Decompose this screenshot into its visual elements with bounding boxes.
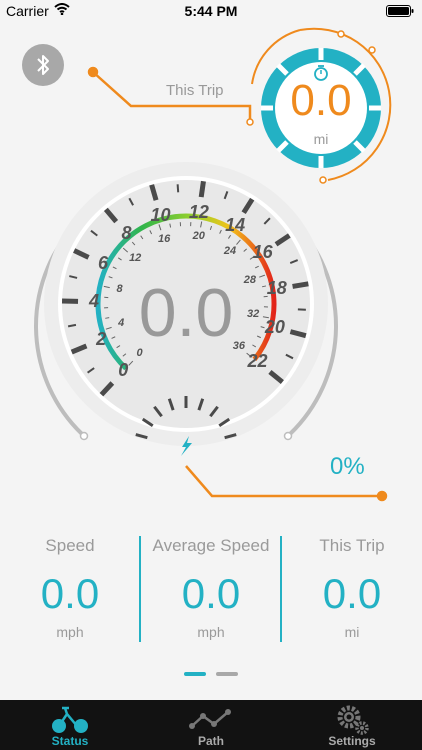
tab-settings[interactable]: Settings <box>297 700 407 750</box>
outer-tick-label: 16 <box>252 242 273 263</box>
stat-unit: mi <box>344 624 360 640</box>
trip-unit: mi <box>313 131 329 147</box>
tab-bar: Status Path Settings <box>0 700 422 750</box>
tab-status[interactable]: Status <box>15 700 125 750</box>
inner-tick-label: 16 <box>157 232 171 245</box>
outer-tick-label: 14 <box>225 215 246 236</box>
trip-value: 0.0 <box>290 76 352 125</box>
stat-unit: mph <box>197 624 225 640</box>
inner-tick-label: 12 <box>129 251 142 264</box>
gears-icon <box>337 705 369 735</box>
outer-tick-label: 12 <box>188 201 209 222</box>
outer-tick-label: 10 <box>150 204 171 225</box>
trip-label: This Trip <box>166 82 224 99</box>
outer-tick-label: 6 <box>97 253 108 274</box>
path-icon <box>189 709 231 729</box>
pager-dot-active[interactable] <box>184 672 206 676</box>
bicycle-icon <box>52 706 88 733</box>
stat-average-speed: Average Speed 0.0 mph <box>141 530 281 640</box>
outer-tick-label: 22 <box>247 350 268 371</box>
inner-tick-label: 20 <box>192 230 205 243</box>
stat-value: 0.0 <box>40 570 100 617</box>
stat-unit: mph <box>56 624 84 640</box>
tab-path[interactable]: Path <box>156 700 266 750</box>
inner-tick-label: 24 <box>223 245 237 258</box>
stat-label: Speed <box>45 536 95 555</box>
outer-tick-label: 8 <box>121 222 132 243</box>
stat-speed: Speed 0.0 mph <box>0 530 140 640</box>
stats-panel: Speed 0.0 mph Average Speed 0.0 mph This… <box>0 530 422 650</box>
tab-label: Status <box>51 734 89 748</box>
minor-tick <box>176 184 180 193</box>
major-tick <box>198 180 206 198</box>
stat-value: 0.0 <box>322 570 382 617</box>
stat-label: This Trip <box>319 536 385 555</box>
stat-value: 0.0 <box>181 570 241 617</box>
tab-label: Settings <box>328 734 376 748</box>
pager-dot[interactable] <box>216 672 238 676</box>
stat-divider <box>280 536 282 642</box>
outer-tick-label: 0 <box>118 360 129 381</box>
speed-readout: 0.0 <box>138 275 234 351</box>
stat-label: Average Speed <box>152 536 270 555</box>
tab-label: Path <box>197 734 224 748</box>
major-tick <box>292 281 309 289</box>
stat-divider <box>139 536 141 642</box>
battery-percent: 0% <box>330 453 365 480</box>
stat-this-trip: This Trip 0.0 mi <box>282 530 422 640</box>
